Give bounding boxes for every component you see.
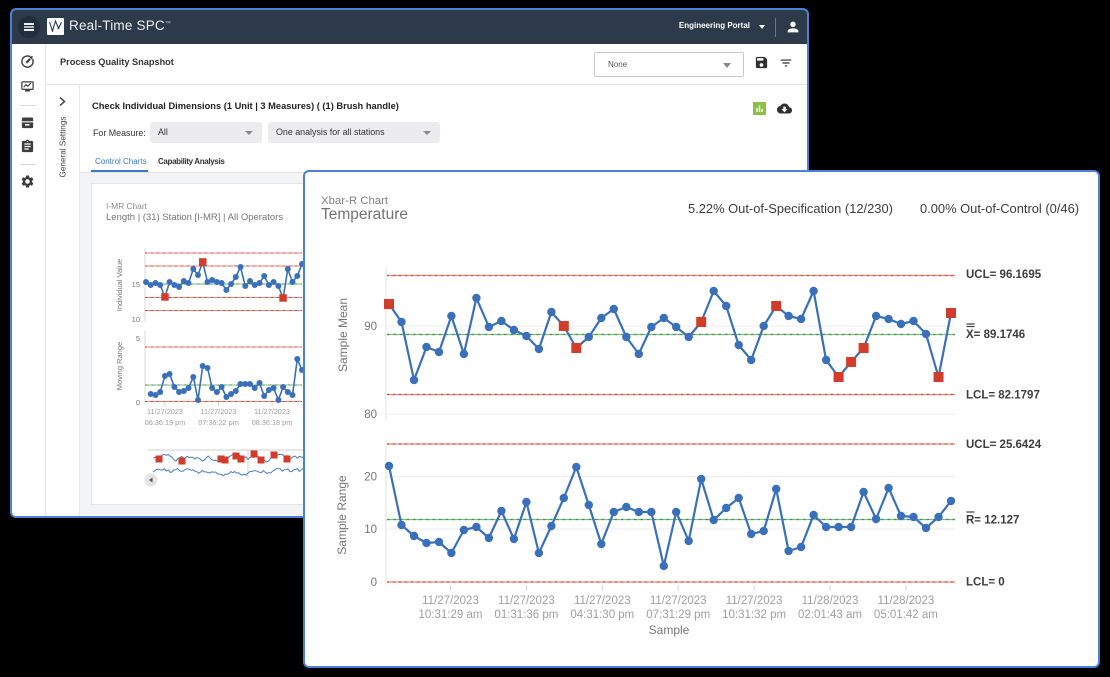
svg-text:Individual Value: Individual Value <box>115 259 124 311</box>
svg-text:80: 80 <box>364 409 377 421</box>
svg-text:07:36:22 pm: 07:36:22 pm <box>198 418 239 427</box>
svg-text:11/27/2023: 11/27/2023 <box>254 407 290 416</box>
svg-text:04:31:30 pm: 04:31:30 pm <box>570 609 634 621</box>
svg-text:11/27/2023: 11/27/2023 <box>422 595 479 607</box>
svg-text:11/27/2023: 11/27/2023 <box>726 595 783 607</box>
svg-text:5: 5 <box>136 334 140 343</box>
svg-text:UCL= 96.1695: UCL= 96.1695 <box>966 269 1042 281</box>
svg-text:0: 0 <box>136 398 140 407</box>
svg-text:20: 20 <box>364 472 377 484</box>
svg-text:01:31:36 pm: 01:31:36 pm <box>494 609 558 621</box>
svg-text:11/27/2023: 11/27/2023 <box>201 407 237 416</box>
svg-text:90: 90 <box>364 321 377 333</box>
svg-text:Sample Range: Sample Range <box>335 475 349 555</box>
svg-text:11/27/2023: 11/27/2023 <box>650 595 707 607</box>
svg-text:11/27/2023: 11/27/2023 <box>147 407 183 416</box>
svg-text:11/27/2023: 11/27/2023 <box>498 595 555 607</box>
svg-text:10: 10 <box>364 524 377 536</box>
svg-text:10:31:32 pm: 10:31:32 pm <box>722 609 786 621</box>
svg-text:07:31:29 pm: 07:31:29 pm <box>646 609 710 621</box>
svg-text:X= 89.1746: X= 89.1746 <box>966 329 1025 341</box>
svg-text:06:36:19 pm: 06:36:19 pm <box>145 418 186 427</box>
svg-text:11/28/2023: 11/28/2023 <box>878 595 935 607</box>
svg-text:02:01:43 am: 02:01:43 am <box>798 609 862 621</box>
svg-text:10: 10 <box>132 315 140 324</box>
svg-text:Sample Mean: Sample Mean <box>336 298 350 372</box>
svg-text:Sample: Sample <box>649 623 690 637</box>
svg-text:UCL= 25.6424: UCL= 25.6424 <box>966 439 1042 451</box>
svg-text:11/28/2023: 11/28/2023 <box>802 595 859 607</box>
svg-text:15: 15 <box>132 280 140 289</box>
svg-text:05:01:42 am: 05:01:42 am <box>874 609 938 621</box>
svg-text:0: 0 <box>371 577 377 589</box>
svg-text:10:31:29 am: 10:31:29 am <box>419 609 483 621</box>
svg-text:11/27/2023: 11/27/2023 <box>574 595 631 607</box>
svg-text:08:36:18 pm: 08:36:18 pm <box>252 418 293 427</box>
svg-text:LCL= 0: LCL= 0 <box>966 577 1005 589</box>
svg-text:R= 12.127: R= 12.127 <box>966 515 1019 527</box>
svg-text:Moving Range: Moving Range <box>115 342 124 390</box>
svg-text:LCL= 82.1797: LCL= 82.1797 <box>966 390 1040 402</box>
